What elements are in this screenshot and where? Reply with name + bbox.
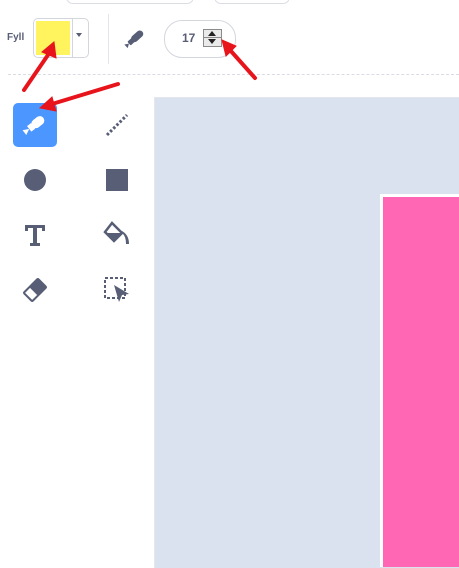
tool-circle[interactable] [13,158,57,202]
tool-text[interactable] [13,213,57,257]
brush-size-spinner[interactable] [203,29,222,47]
eraser-icon [23,278,47,302]
tool-line[interactable] [95,103,139,147]
tool-brush[interactable] [13,103,57,147]
brush-size-icon [124,30,144,49]
line-icon [105,113,129,137]
fill-color-swatch[interactable] [36,21,70,55]
tool-rectangle[interactable] [95,158,139,202]
tool-fill[interactable] [95,213,139,257]
spinner-divider [204,37,221,38]
chevron-down-icon[interactable] [76,33,82,37]
toolbar-divider [108,14,109,64]
spinner-up-icon[interactable] [208,31,216,36]
pink-rectangle-shape[interactable] [383,197,459,567]
brush-icon [22,116,45,135]
fill-bucket-icon [103,221,129,244]
select-icon [104,277,129,302]
rectangle-icon [106,169,128,191]
toolbar-separator [8,74,459,75]
tool-eraser[interactable] [13,268,57,312]
fill-label: Fyll [7,32,25,43]
text-icon [25,225,45,246]
top-control-partial[interactable] [66,0,194,4]
top-control-partial-2[interactable] [214,0,290,4]
tool-select[interactable] [95,268,139,312]
brush-size-value[interactable]: 17 [182,31,195,45]
spinner-down-icon[interactable] [208,39,216,44]
fill-picker-divider [72,19,73,57]
brush-size-field[interactable] [164,20,236,58]
fill-color-picker[interactable] [33,18,89,58]
circle-icon [24,169,46,191]
